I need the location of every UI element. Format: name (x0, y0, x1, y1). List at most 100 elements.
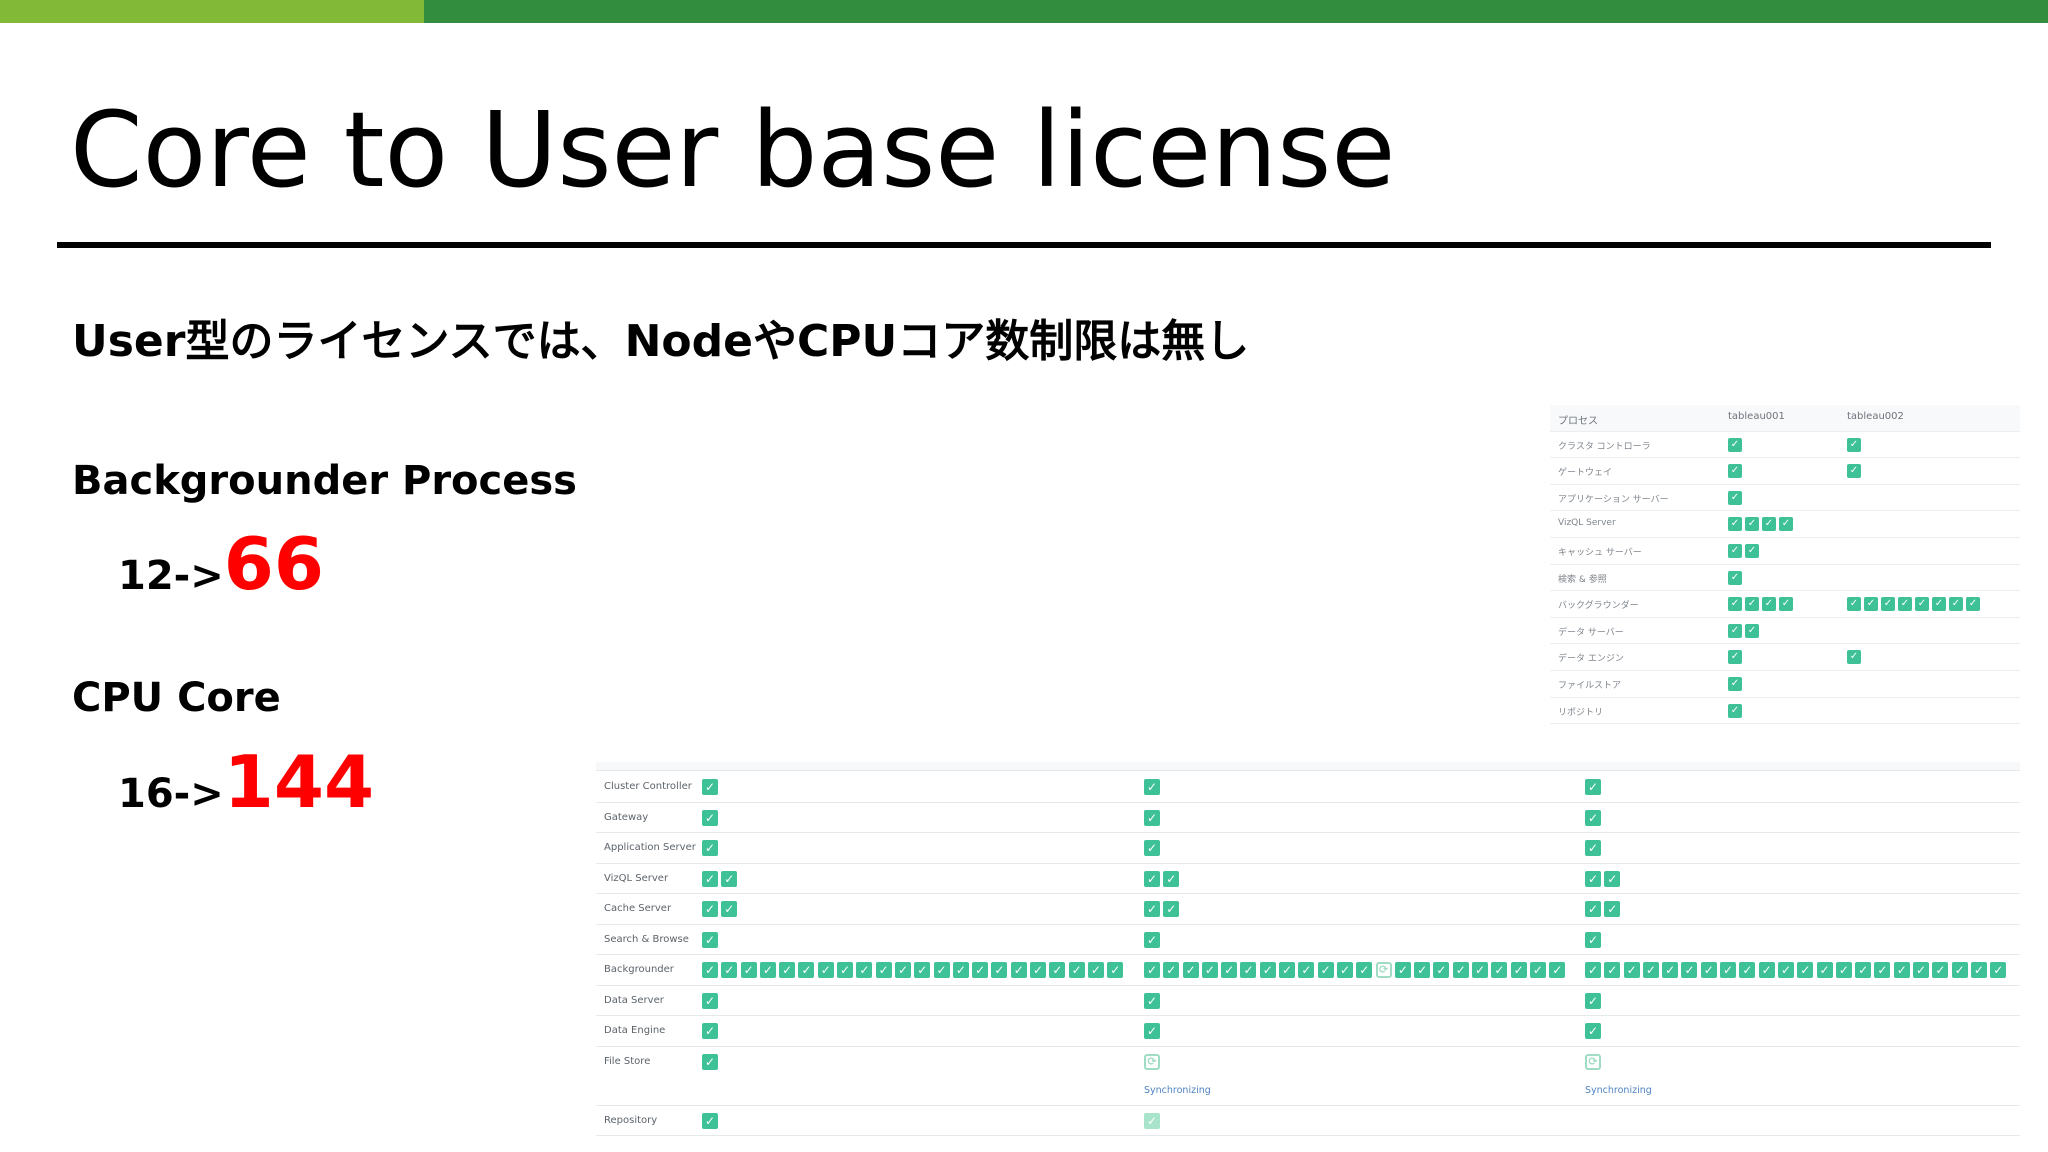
check-icon: ✓ (1585, 992, 1601, 1009)
metric-label-cpu: CPU Core (72, 675, 281, 721)
metric-value-cpu: 16->144 (118, 740, 374, 824)
table-row: Cache Server ✓ ✓ ✓ ✓ ✓ ✓ (596, 894, 2020, 925)
sync-status-link[interactable]: Synchronizing (1144, 1085, 1211, 1096)
check-icon: ✓ (1932, 597, 1946, 612)
check-icon: ✓ (1835, 962, 1852, 978)
check-icon: ✓ (1855, 962, 1872, 978)
metric-old-value: 16-> (118, 771, 224, 817)
metric-value-backgrounder: 12->66 (118, 522, 324, 606)
check-icon: ✓ (1452, 962, 1469, 978)
table-row: Application Server ✓ ✓ ✓ (596, 833, 2020, 864)
node-cell: ✓ (1728, 464, 1745, 479)
check-icon: ✓ (1279, 962, 1296, 978)
check-icon: ✓ (1144, 779, 1160, 795)
check-icon: ✓ (1163, 870, 1180, 887)
check-icon: ✓ (740, 962, 757, 978)
check-icon: ✓ (1604, 962, 1621, 978)
check-icon: ✓ (875, 962, 892, 978)
check-icon: ✓ (1762, 597, 1776, 612)
process-name: Gateway (604, 811, 649, 823)
table-row: キャッシュ サーバー ✓ ✓ (1550, 538, 2020, 565)
check-icon: ✓ (1049, 962, 1066, 978)
check-icon: ✓ (1728, 490, 1742, 505)
check-icon: ✓ (1847, 437, 1861, 452)
process-name: アプリケーション サーバー (1558, 494, 1669, 505)
check-icon: ✓ (702, 840, 718, 856)
node-cell: ✓ ✓ ✓ ✓ (1728, 597, 1796, 612)
node-cell: ✓ (702, 840, 721, 856)
process-name: Data Engine (604, 1025, 666, 1036)
check-icon: ✓ (702, 962, 718, 978)
table-row: VizQL Server ✓ ✓ ✓ ✓ ✓ ✓ (596, 864, 2020, 894)
node-cell: ✓ (702, 809, 721, 826)
check-icon: ✓ (1163, 901, 1180, 917)
check-icon: ✓ (1240, 962, 1257, 978)
check-icon: ✓ (1433, 962, 1450, 978)
check-icon: ✓ (1394, 962, 1411, 978)
check-icon: ✓ (1356, 962, 1373, 978)
check-icon: ✓ (1585, 962, 1601, 978)
node-cell: ✓ (702, 1023, 721, 1039)
node-cell: ✓ ✓ ✓ ✓ ✓ ✓ ✓ ✓ ✓ ✓ ✓ ✓ ✓ ✓ ✓ ✓ ✓ ✓ ✓ ✓ ✓ ✓ (1585, 962, 2010, 978)
check-icon: ✓ (817, 962, 834, 978)
check-icon: ✓ (1144, 840, 1160, 856)
table-row: Gateway ✓ ✓ ✓ (596, 803, 2020, 833)
process-name: File Store (604, 1055, 651, 1067)
node-cell: ✓ ✓ (1585, 901, 1624, 917)
check-icon: ✓ (721, 901, 738, 917)
metric-new-value: 144 (223, 740, 375, 824)
check-icon: ✓ (702, 809, 718, 826)
check-icon: ✓ (1728, 650, 1742, 665)
node-cell: ✓ (1144, 1112, 1163, 1129)
check-icon: ✓ (1144, 809, 1160, 826)
check-icon: ✓ (1642, 962, 1659, 978)
check-icon: ✓ (1728, 676, 1742, 691)
node-cell: ✓ ✓ (702, 901, 741, 917)
check-icon: ✓ (702, 1023, 718, 1039)
check-icon: ✓ (1874, 962, 1891, 978)
table-row: File Store ✓ ⟳ Synchronizing ⟳ Synchronizing (596, 1047, 2020, 1106)
node-cell: ✓ ✓ (1728, 623, 1762, 638)
table-row: データ エンジン ✓ ✓ (1550, 644, 2020, 671)
node-cell: ✓ (1728, 437, 1745, 452)
process-name: Repository (604, 1114, 658, 1126)
check-icon: ✓ (1728, 543, 1742, 558)
check-icon: ✓ (721, 962, 738, 978)
node-cell: ✓ (1847, 437, 1864, 452)
accent-bar-dark (424, 0, 2048, 23)
check-icon: ✓ (1585, 840, 1601, 856)
check-icon: ✓ (1779, 597, 1793, 612)
check-icon: ✓ (991, 962, 1008, 978)
node-cell: ✓ (1144, 992, 1163, 1009)
check-icon: ✓ (1144, 1023, 1160, 1039)
node-cell: ✓ ✓ ✓ ✓ ✓ ✓ ✓ ✓ ✓ ✓ ✓ ✓ ✓ ✓ ✓ ✓ ✓ ✓ ✓ ✓ ✓ ✓ (702, 962, 1127, 978)
table-row: データ サーバー ✓ ✓ (1550, 618, 2020, 645)
node-cell: ✓ (1728, 570, 1745, 585)
process-name: 検索 & 参照 (1558, 574, 1607, 585)
check-icon: ✓ (1068, 962, 1085, 978)
node-cell: ✓ (702, 1053, 721, 1070)
process-name: クラスタ コントローラ (1558, 441, 1651, 452)
process-name: データ サーバー (1558, 627, 1624, 638)
check-icon: ✓ (1163, 962, 1180, 978)
check-icon: ✓ (1779, 517, 1793, 532)
node-cell: ✓ (1728, 703, 1745, 718)
sync-status-link[interactable]: Synchronizing (1585, 1085, 1652, 1096)
node-cell: ✓ (1144, 809, 1163, 826)
check-icon: ✓ (1585, 901, 1601, 917)
check-icon: ✓ (1745, 623, 1759, 638)
check-icon: ✓ (894, 962, 911, 978)
check-icon: ✓ (1758, 962, 1775, 978)
node-cell: ✓ (1585, 1023, 1604, 1039)
node-cell: ✓ (1585, 809, 1604, 826)
check-icon: ✓ (1298, 962, 1315, 978)
check-icon: ✓ (1745, 517, 1759, 532)
check-icon: ✓ (1728, 703, 1742, 718)
check-icon: ✓ (856, 962, 873, 978)
process-name: ファイルストア (1558, 680, 1622, 691)
check-icon: ✓ (1797, 962, 1814, 978)
check-icon: ✓ (702, 1112, 718, 1129)
table-row: バックグラウンダー ✓ ✓ ✓ ✓ ✓ ✓ ✓ ✓ ✓ ✓ ✓ ✓ (1550, 591, 2020, 618)
check-icon: ✓ (1317, 962, 1334, 978)
check-icon: ✓ (1107, 962, 1124, 978)
